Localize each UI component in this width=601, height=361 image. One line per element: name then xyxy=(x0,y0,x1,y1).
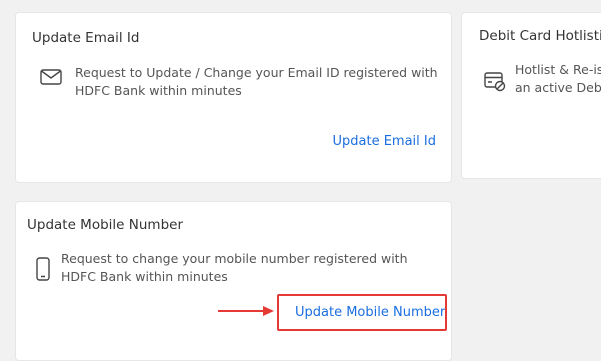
card-title-mobile: Update Mobile Number xyxy=(27,217,183,233)
update-email-card: Update Email Id Request to Update / Chan… xyxy=(15,12,452,183)
card-description-debit-line1: Hotlist & Re-is xyxy=(515,62,601,77)
card-title-debit: Debit Card Hotlisting xyxy=(479,28,601,44)
card-description-mobile: Request to change your mobile number reg… xyxy=(61,251,408,284)
highlight-box xyxy=(277,294,447,331)
update-mobile-card: Update Mobile Number Request to change y… xyxy=(15,201,452,361)
envelope-icon xyxy=(40,69,62,89)
update-email-link[interactable]: Update Email Id xyxy=(333,134,437,149)
card-title-email: Update Email Id xyxy=(32,30,140,46)
right-arrow-icon xyxy=(217,303,275,322)
debit-card-hotlisting-card: Debit Card Hotlisting Hotlist & Re-is an… xyxy=(461,12,601,179)
card-description-email: Request to Update / Change your Email ID… xyxy=(75,65,438,98)
mobile-phone-icon xyxy=(36,257,50,285)
card-description-debit-line2: an active Debi xyxy=(515,80,601,95)
card-block-icon xyxy=(484,70,506,96)
card-description-debit: Hotlist & Re-is an active Debi xyxy=(515,61,601,97)
